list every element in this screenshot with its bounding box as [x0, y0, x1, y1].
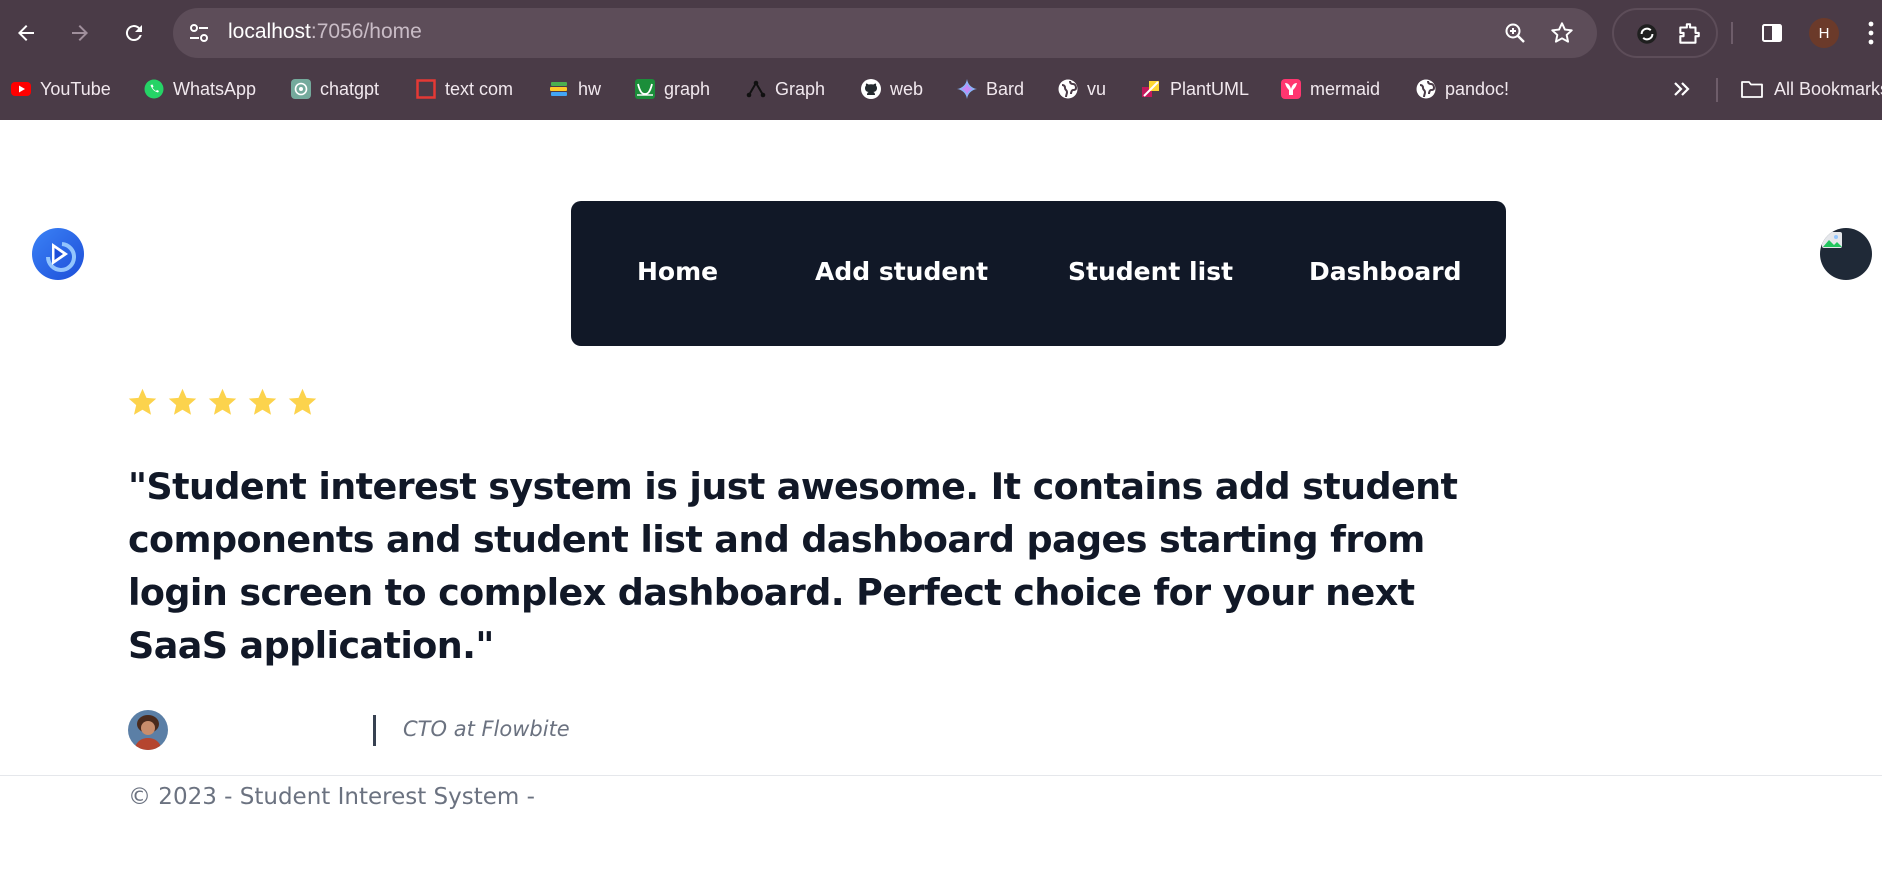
bookmark-label: YouTube: [40, 78, 111, 99]
bookmark-bard[interactable]: Bard: [956, 72, 1024, 106]
testimonial-quote: "Student interest system is just awesome…: [128, 465, 1458, 667]
toolbar-divider: [1731, 22, 1733, 44]
nav-dashboard[interactable]: Dashboard: [1309, 257, 1461, 286]
bookmark-star-icon[interactable]: [1549, 20, 1575, 46]
url-text: localhost:7056/home: [228, 20, 422, 44]
bookmark-label: hw: [578, 78, 602, 99]
bookmark-whatsapp[interactable]: WhatsApp: [143, 72, 256, 106]
bookmark-youtube[interactable]: YouTube: [10, 72, 111, 106]
nav-student-list[interactable]: Student list: [1068, 257, 1233, 286]
zoom-icon[interactable]: [1503, 21, 1527, 45]
graph-tri-icon: [746, 80, 766, 98]
bookmark-label: Graph: [775, 78, 826, 99]
footer-divider: [0, 775, 1882, 776]
chevron-double-right-icon[interactable]: [1670, 77, 1694, 101]
all-bookmarks-button[interactable]: All Bookmarks: [1740, 72, 1882, 106]
bookmark-label: web: [890, 78, 924, 99]
browser-toolbar: localhost:7056/home H: [0, 0, 1882, 66]
url-host: localhost: [228, 20, 311, 43]
bookmark-label: text com: [445, 78, 514, 99]
reload-icon: [125, 25, 142, 42]
main-navbar: Home Add student Student list Dashboard: [571, 201, 1506, 346]
books-icon: [550, 82, 567, 96]
rating-stars: [126, 386, 319, 422]
bookmark-label: vu: [1087, 78, 1107, 99]
bookmark-label: PlantUML: [1170, 78, 1250, 99]
address-bar[interactable]: localhost:7056/home: [173, 8, 1597, 58]
arrow-right-icon: [72, 25, 88, 41]
author-role: CTO at Flowbite: [403, 717, 570, 741]
reload-button[interactable]: [116, 15, 152, 51]
bookmark-web[interactable]: web: [860, 72, 923, 106]
sync-extension-icon[interactable]: [1634, 21, 1660, 47]
broken-image-icon: [1822, 232, 1842, 248]
forward-button[interactable]: [62, 15, 98, 51]
bookmark-chatgpt[interactable]: chatgpt: [290, 72, 379, 106]
bookmark-graph-2[interactable]: Graph: [745, 72, 825, 106]
menu-kebab-icon[interactable]: [1866, 20, 1876, 46]
extensions-group: [1612, 8, 1718, 58]
youtube-icon: [11, 82, 31, 96]
globe-icon: [1416, 79, 1436, 99]
browser-chrome: localhost:7056/home H YouTube WhatsApp c…: [0, 0, 1882, 120]
nav-home[interactable]: Home: [637, 257, 718, 286]
person-photo-icon: [128, 710, 168, 750]
bookmarks-divider: [1716, 78, 1718, 102]
puzzle-extensions-icon[interactable]: [1676, 21, 1702, 47]
bookmark-label: chatgpt: [320, 78, 380, 99]
bookmarks-bar: YouTube WhatsApp chatgpt text com hw gra…: [0, 72, 1882, 106]
back-button[interactable]: [8, 15, 44, 51]
plantuml-icon: [1142, 81, 1159, 97]
bookmark-plantuml[interactable]: PlantUML: [1140, 72, 1249, 106]
chatgpt-icon: [291, 79, 311, 99]
url-path: :7056/home: [310, 20, 422, 43]
arrow-left-icon: [18, 25, 34, 41]
star-icon: [168, 388, 197, 415]
folder-icon: [1741, 81, 1763, 98]
bookmark-vu[interactable]: vu: [1057, 72, 1106, 106]
bard-icon: [957, 79, 977, 99]
mermaid-icon: [1281, 79, 1301, 99]
user-avatar[interactable]: [1820, 228, 1872, 280]
side-panel-icon: [1762, 24, 1782, 42]
bookmark-mermaid[interactable]: mermaid: [1280, 72, 1380, 106]
bookmark-graph[interactable]: graph: [634, 72, 710, 106]
site-settings-icon[interactable]: [187, 21, 211, 45]
bookmark-label: WhatsApp: [173, 78, 257, 99]
bookmark-label: graph: [664, 78, 711, 99]
all-bookmarks-label: All Bookmarks: [1774, 78, 1882, 99]
github-icon: [861, 79, 881, 99]
whatsapp-icon: [144, 79, 164, 99]
globe-icon: [1058, 79, 1078, 99]
nav-add-student[interactable]: Add student: [815, 257, 988, 286]
author-avatar: [128, 710, 168, 750]
bookmark-text-com[interactable]: text com: [415, 72, 513, 106]
star-icon: [128, 388, 157, 415]
bookmark-label: Bard: [986, 78, 1025, 99]
side-panel-button[interactable]: [1754, 15, 1790, 51]
author-divider: [373, 715, 376, 746]
bookmark-label: pandoc!: [1445, 78, 1510, 99]
profile-avatar[interactable]: H: [1809, 18, 1839, 48]
bookmark-label: mermaid: [1310, 78, 1381, 99]
app-logo-icon[interactable]: [32, 228, 84, 280]
square-icon: [416, 79, 436, 99]
footer-text: © 2023 - Student Interest System -: [128, 784, 535, 810]
star-icon: [288, 388, 317, 415]
bookmark-pandoc[interactable]: pandoc!: [1415, 72, 1509, 106]
web-page: Home Add student Student list Dashboard …: [0, 120, 1882, 894]
star-icon: [248, 388, 277, 415]
star-icon: [208, 388, 237, 415]
bookmark-hw[interactable]: hw: [548, 72, 601, 106]
graph-icon: [635, 79, 655, 99]
